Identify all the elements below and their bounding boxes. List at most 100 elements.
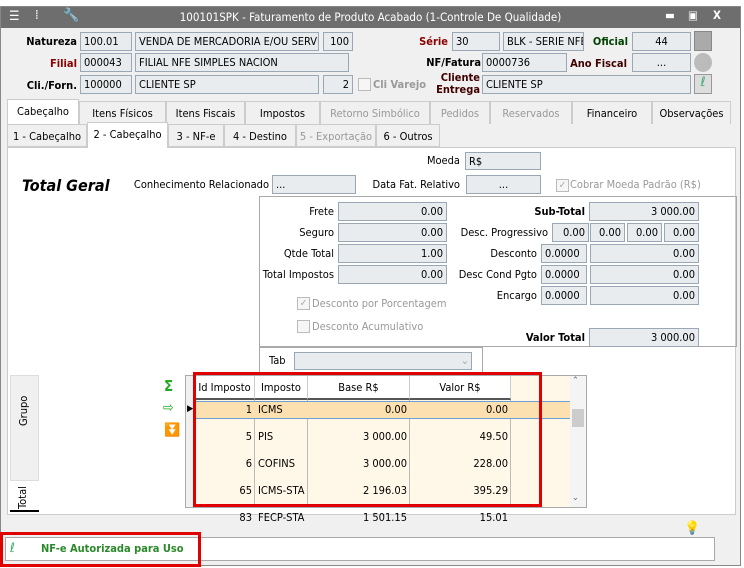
natureza-code-input[interactable]: 100.01 [80,32,132,51]
desconto-input[interactable]: 0.00 [590,244,699,263]
tab-observações[interactable]: Observações [652,101,731,124]
subtab-2[interactable]: 2 - Cabeçalho [87,122,168,148]
descprog-label: Desc. Progressivo [460,226,548,239]
seguro-input[interactable]: 0.00 [338,223,447,242]
desc-pct-checkbox[interactable]: ✓ [297,297,310,310]
desconto-pct-input[interactable]: 0.0000 [541,244,587,263]
filial-label: Filial [50,57,77,70]
tab-cabeçalho[interactable]: Cabeçalho [7,99,79,124]
collapse-icon[interactable]: ⏬ [164,423,180,438]
subtotal-input[interactable]: 3 000.00 [589,202,699,221]
conhecimento-label: Conhecimento Relacionado [133,178,269,191]
close-button[interactable]: X [713,8,721,22]
natureza-num-input[interactable]: 100 [323,32,353,51]
subtotal-label: Sub-Total [534,205,585,218]
side-tab-total[interactable]: Total [10,481,39,512]
cobrar-moeda-label: Cobrar Moeda Padrão (R$) [570,178,701,191]
grid-highlight [193,372,542,507]
serie-code-input[interactable]: 30 [452,32,500,51]
ano-fiscal-icon[interactable] [694,53,712,72]
desc-pct-label: Desconto por Porcentagem [312,297,447,310]
encargo-label: Encargo [496,289,537,302]
serie-desc-input[interactable]: BLK - SERIE NFE [503,32,584,51]
oficial-input[interactable]: 44 [632,32,691,51]
subtab-3[interactable]: 3 - NF-e [168,124,224,147]
impostos-label: Total Impostos [262,268,334,281]
nfe-icon-button[interactable]: ℓ [694,74,712,94]
frete-input[interactable]: 0.00 [338,202,447,221]
natureza-desc-input[interactable]: VENDA DE MERCADORIA E/OU SERVI [135,32,319,51]
minimize-button[interactable]: ▬ [665,8,675,22]
desccond-input[interactable]: 0.00 [590,265,699,284]
data-fat-label: Data Fat. Relativo [372,178,460,191]
tab-financeiro[interactable]: Financeiro [572,101,652,124]
encargo-pct-input[interactable]: 0.0000 [541,286,587,305]
frete-label: Frete [309,205,334,218]
ano-fiscal-input[interactable]: ... [632,53,691,72]
desc-acum-checkbox[interactable] [297,320,310,333]
encargo-input[interactable]: 0.00 [590,286,699,305]
tab-itens-fiscais[interactable]: Itens Fiscais [166,101,245,124]
tab-itens-físicos[interactable]: Itens Físicos [79,101,166,124]
seguro-label: Seguro [299,226,334,239]
cliforn-desc-input[interactable]: CLIENTE SP [135,75,319,94]
status-highlight [0,532,201,567]
subtab-5[interactable]: 5 - Exportação [296,124,376,147]
tab-select[interactable]: ⌄ [294,352,472,370]
grid-scrollbar[interactable]: ⌃ ⌄ [570,376,586,507]
subtab-4[interactable]: 4 - Destino [224,124,296,147]
descprog-input-4[interactable]: 0.00 [664,223,699,242]
data-fat-input[interactable]: ... [466,175,541,194]
cliforn-code-input[interactable]: 100000 [80,75,132,94]
filial-code-input[interactable]: 000043 [80,53,132,72]
scroll-up-icon[interactable]: ⌃ [572,376,579,386]
tab-impostos[interactable]: Impostos [245,101,320,124]
grid-cell: 1 501.15 [362,511,407,524]
lightbulb-icon[interactable]: 💡 [684,521,700,536]
cliente-entrega-input[interactable]: CLIENTE SP [482,75,691,94]
cli-varejo-checkbox[interactable] [358,78,371,91]
filial-desc-input[interactable]: FILIAL NFE SIMPLES NACION [135,53,349,72]
descprog-input-3[interactable]: 0.00 [627,223,662,242]
valortotal-input[interactable]: 3 000.00 [589,328,699,347]
nf-fatura-input[interactable]: 0000736 [482,53,567,72]
sum-icon[interactable]: Σ [164,377,173,395]
desconto-label: Desconto [490,247,537,260]
cobrar-moeda-checkbox[interactable]: ✓ [556,179,569,192]
conhecimento-input[interactable]: ... [272,175,356,194]
cliente-entrega-label: Cliente Entrega [436,71,480,96]
grid-cell: 15.01 [479,511,508,524]
restore-button[interactable]: ▣ [688,8,698,22]
side-tab-grupo[interactable]: Grupo [10,375,39,481]
subtab-1[interactable]: 1 - Cabeçalho [7,124,87,147]
nf-fatura-label: NF/Fatura [426,56,481,69]
descprog-input-1[interactable]: 0.00 [552,223,589,242]
descprog-input-2[interactable]: 0.00 [590,223,625,242]
grid-cell: FECP-STA [258,511,305,524]
title-bar: ☰ ⁞ 🔧 100101SPK - Faturamento de Produto… [1,7,740,28]
desccond-label: Desc Cond Pgto [458,268,537,281]
chevron-down-icon: ⌄ [460,354,469,367]
oficial-button[interactable] [694,31,712,51]
moeda-input[interactable]: R$ [465,152,541,170]
desccond-pct-input[interactable]: 0.0000 [541,265,587,284]
desc-acum-label: Desconto Acumulativo [312,320,424,333]
valortotal-label: Valor Total [525,331,585,344]
cli-varejo-label: Cli Varejo [373,78,427,91]
tab-reservados[interactable]: Reservados [490,101,572,124]
cliforn-num-input[interactable]: 2 [323,75,353,94]
grid-cell: 83 [239,511,252,524]
qtde-input[interactable]: 1.00 [338,244,447,263]
impostos-input[interactable]: 0.00 [338,265,447,284]
qtde-label: Qtde Total [283,247,334,260]
window-title: 100101SPK - Faturamento de Produto Acaba… [179,10,562,24]
tab-label: Tab [269,354,286,367]
scroll-thumb[interactable] [572,409,584,427]
scroll-down-icon[interactable]: ⌄ [572,493,579,503]
tab-pedidos[interactable]: Pedidos [430,101,490,124]
export-icon[interactable]: ⇨ [163,400,174,416]
oficial-label: Oficial [592,35,628,48]
tab-retorno-simbólico[interactable]: Retorno Simbólico [320,101,430,124]
serie-label: Série [419,35,448,48]
subtab-6[interactable]: 6 - Outros [376,124,440,147]
